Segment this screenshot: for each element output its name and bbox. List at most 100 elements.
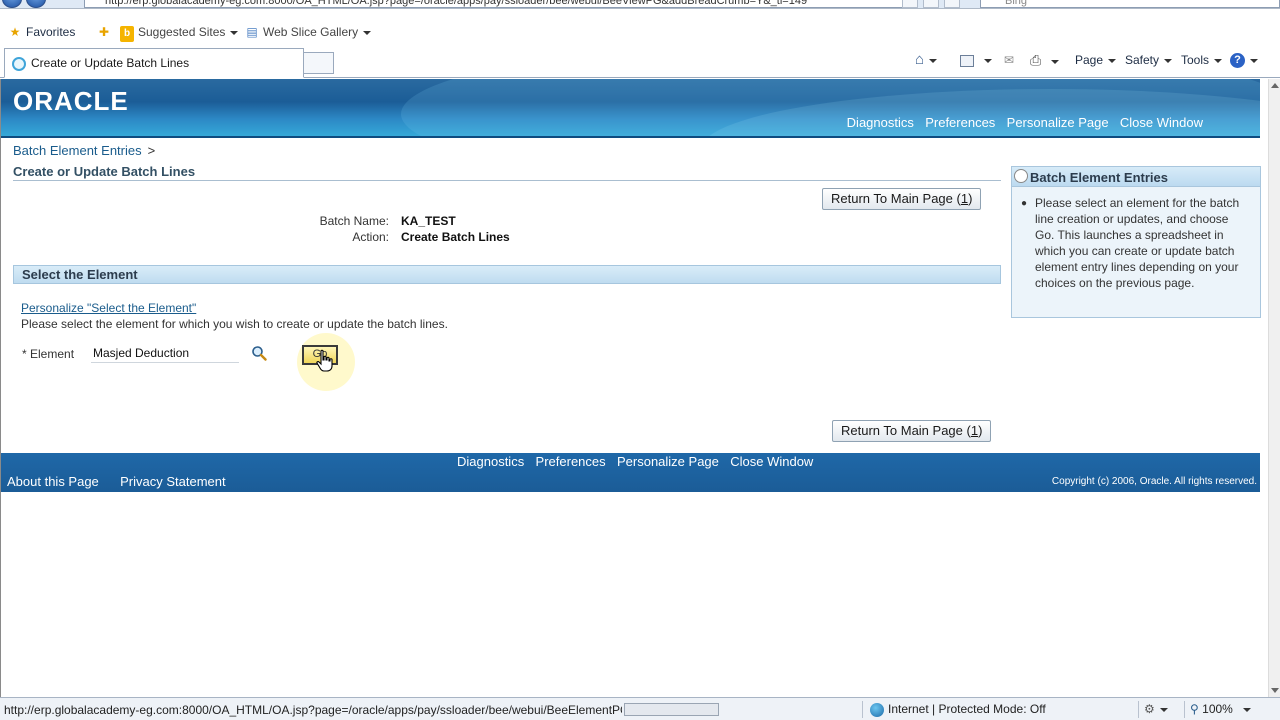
status-bar: http://erp.globalacademy-eg.com:8000/OA_… bbox=[0, 697, 1280, 720]
batch-name-value: KA_TEST bbox=[401, 214, 456, 228]
status-url: http://erp.globalacademy-eg.com:8000/OA_… bbox=[4, 703, 622, 717]
scroll-up-icon[interactable] bbox=[1271, 83, 1279, 88]
back-button[interactable] bbox=[2, 0, 22, 8]
personalize-select-element-link[interactable]: Personalize "Select the Element" bbox=[21, 301, 196, 315]
element-label: * Element bbox=[22, 347, 75, 361]
page-title: Create or Update Batch Lines bbox=[13, 164, 1001, 181]
tools-menu[interactable]: Tools bbox=[1181, 52, 1223, 68]
settings-icon: ⚙ bbox=[1144, 702, 1155, 716]
page-viewport: ORACLE Diagnostics Preferences Personali… bbox=[0, 79, 1268, 697]
new-tab-button[interactable] bbox=[304, 52, 334, 74]
add-favorites-icon[interactable]: ✚ bbox=[97, 24, 115, 40]
address-input[interactable]: http://erp.globalacademy-eg.com:8000/OA_… bbox=[84, 0, 904, 8]
scroll-down-icon[interactable] bbox=[1271, 688, 1279, 693]
vertical-scrollbar[interactable] bbox=[1268, 79, 1280, 697]
stop-icon[interactable] bbox=[944, 0, 960, 8]
element-input[interactable] bbox=[91, 343, 239, 363]
progress-bar bbox=[624, 703, 719, 716]
print-button[interactable]: ⎙ bbox=[1030, 52, 1060, 68]
nav-buttons bbox=[2, 0, 60, 8]
chevron-down-icon bbox=[363, 30, 372, 35]
breadcrumb-separator: > bbox=[147, 143, 156, 158]
instruction-text: Please select the element for which you … bbox=[21, 317, 448, 331]
footer-preferences-link[interactable]: Preferences bbox=[536, 454, 606, 469]
address-bar-row: http://erp.globalacademy-eg.com:8000/OA_… bbox=[0, 0, 1280, 9]
favorites-label: Favorites bbox=[26, 25, 76, 39]
web-slice-label: Web Slice Gallery bbox=[263, 25, 359, 39]
page-menu[interactable]: Page bbox=[1075, 52, 1117, 68]
about-this-page-link[interactable]: About this Page bbox=[7, 474, 99, 489]
privacy-statement-link[interactable]: Privacy Statement bbox=[120, 474, 226, 489]
suggested-sites-button[interactable]: b Suggested Sites bbox=[120, 24, 239, 42]
page-footer: Diagnostics Preferences Personalize Page… bbox=[1, 453, 1260, 492]
clock-icon bbox=[1014, 169, 1028, 183]
side-panel-text: Please select an element for the batch l… bbox=[1035, 196, 1240, 290]
breadcrumb-batch-element-entries[interactable]: Batch Element Entries bbox=[13, 143, 142, 158]
page-menu-label: Page bbox=[1075, 53, 1104, 67]
refresh-icon[interactable] bbox=[923, 0, 939, 8]
footer-close-window-link[interactable]: Close Window bbox=[730, 454, 813, 469]
return-to-main-page-button-top[interactable]: Return To Main Page (1) bbox=[822, 188, 982, 210]
home-button[interactable]: ⌂ bbox=[915, 51, 938, 68]
copyright-text: Copyright (c) 2006, Oracle. All rights r… bbox=[1051, 476, 1257, 487]
protected-mode-button[interactable]: ⚙ bbox=[1144, 701, 1168, 717]
return-to-main-page-button-bottom[interactable]: Return To Main Page (1) bbox=[832, 420, 992, 442]
side-panel-header: Batch Element Entries bbox=[1012, 167, 1260, 187]
zone-label: Internet | Protected Mode: Off bbox=[888, 702, 1046, 716]
favorites-bar: ★ Favorites ✚ b Suggested Sites ▤ Web Slice… bbox=[0, 20, 1280, 44]
help-icon: ? bbox=[1230, 53, 1245, 69]
ie-page-icon bbox=[12, 57, 26, 71]
compat-view-icon[interactable] bbox=[902, 0, 918, 8]
hand-cursor-icon bbox=[316, 349, 333, 372]
rss-icon bbox=[960, 54, 974, 67]
breadcrumb: Batch Element Entries > bbox=[13, 143, 155, 158]
zoom-icon: ⚲ bbox=[1190, 702, 1199, 716]
footer-diagnostics-link[interactable]: Diagnostics bbox=[457, 454, 524, 469]
zoom-button[interactable]: ⚲ 100% bbox=[1190, 702, 1251, 716]
oracle-banner: ORACLE Diagnostics Preferences Personali… bbox=[1, 79, 1260, 138]
side-panel-body: ● Please select an element for the batch… bbox=[1012, 187, 1260, 291]
feeds-button[interactable] bbox=[960, 52, 992, 68]
star-icon: ★ bbox=[9, 25, 21, 39]
diagnostics-link[interactable]: Diagnostics bbox=[847, 115, 914, 130]
print-icon: ⎙ bbox=[1030, 52, 1042, 68]
search-icon[interactable] bbox=[251, 345, 267, 361]
close-window-link[interactable]: Close Window bbox=[1120, 115, 1203, 130]
tab-create-update-batch-lines[interactable]: Create or Update Batch Lines bbox=[4, 48, 304, 78]
help-button[interactable]: ? bbox=[1230, 52, 1258, 69]
safety-menu-label: Safety bbox=[1125, 53, 1160, 67]
home-icon: ⌂ bbox=[915, 51, 925, 68]
tools-menu-label: Tools bbox=[1181, 53, 1210, 67]
action-value: Create Batch Lines bbox=[401, 230, 510, 244]
oracle-logo: ORACLE bbox=[13, 86, 129, 116]
bullet-icon: ● bbox=[1021, 198, 1028, 209]
select-element-section-header: Select the Element bbox=[13, 265, 1001, 284]
preferences-link[interactable]: Preferences bbox=[925, 115, 995, 130]
safety-menu[interactable]: Safety bbox=[1125, 52, 1173, 68]
chevron-down-icon bbox=[230, 30, 239, 35]
web-slice-gallery-button[interactable]: ▤ Web Slice Gallery bbox=[245, 24, 372, 40]
tab-title: Create or Update Batch Lines bbox=[31, 56, 190, 70]
personalize-page-link[interactable]: Personalize Page bbox=[1007, 115, 1109, 130]
bing-icon: b bbox=[120, 26, 134, 42]
globe-icon bbox=[870, 702, 884, 717]
batch-name-label: Batch Name: bbox=[319, 214, 389, 228]
side-panel-title: Batch Element Entries bbox=[1030, 170, 1168, 185]
favorites-button[interactable]: ★ Favorites bbox=[8, 24, 76, 40]
footer-personalize-page-link[interactable]: Personalize Page bbox=[617, 454, 719, 469]
suggested-sites-label: Suggested Sites bbox=[138, 25, 226, 39]
footer-left-links: About this Page Privacy Statement bbox=[7, 474, 244, 489]
mail-button[interactable]: ✉ bbox=[1004, 52, 1014, 68]
global-links: Diagnostics Preferences Personalize Page… bbox=[839, 115, 1203, 130]
address-actions bbox=[902, 0, 978, 8]
web-slice-icon: ▤ bbox=[246, 25, 258, 39]
search-box[interactable]: Bing bbox=[980, 0, 1280, 8]
action-label: Action: bbox=[352, 230, 389, 244]
forward-button[interactable] bbox=[26, 0, 46, 8]
security-zone[interactable]: Internet | Protected Mode: Off bbox=[870, 702, 1046, 717]
mail-icon: ✉ bbox=[1004, 53, 1015, 67]
footer-global-links: Diagnostics Preferences Personalize Page… bbox=[449, 454, 813, 469]
help-side-panel: Batch Element Entries ● Please select an… bbox=[1011, 166, 1261, 318]
zoom-level: 100% bbox=[1202, 702, 1233, 716]
tab-row: Create or Update Batch Lines ⌂ ✉ ⎙ Page … bbox=[0, 46, 1280, 78]
